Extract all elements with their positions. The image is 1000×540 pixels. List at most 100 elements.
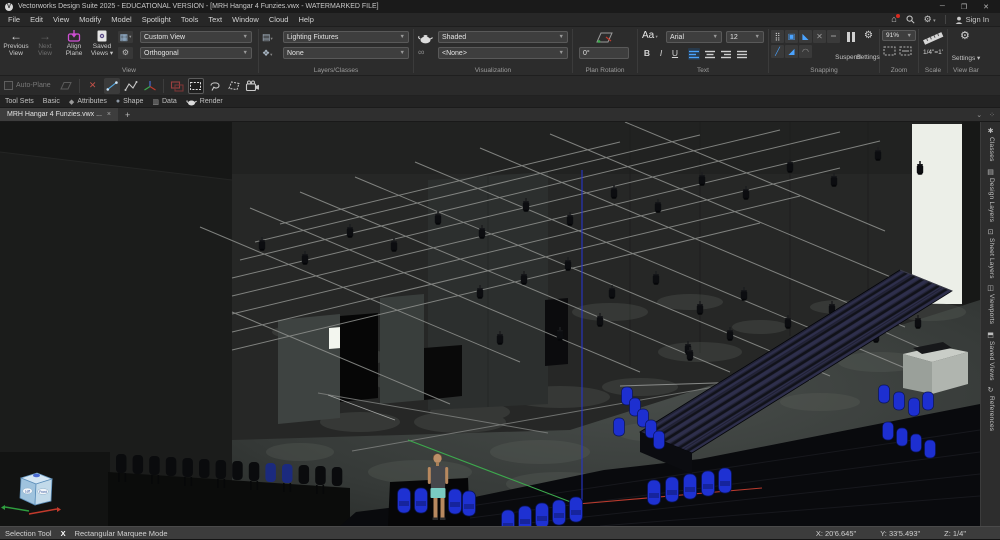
auto-plane-label: Auto-Plane [16, 82, 51, 89]
align-center-icon [705, 50, 715, 59]
camera-view-select[interactable]: <None>▼ [438, 47, 568, 59]
align-right-icon [721, 50, 731, 59]
current-view-select[interactable]: Custom View▼ [140, 31, 252, 43]
sidebar-tab-sheet-layers[interactable]: ⊡ Sheet Layers [987, 225, 994, 282]
palette-dock-icon[interactable]: ⁘ [989, 111, 995, 119]
zoom-marquee-icon[interactable] [883, 45, 896, 56]
active-layer-select[interactable]: Lighting Fixtures▼ [283, 31, 409, 43]
lasso-mode-button[interactable] [207, 78, 223, 94]
document-tab[interactable]: MRH Hangar 4 Funzies.vwx ... × [0, 108, 118, 121]
palette-data[interactable]: ▥ Data [152, 98, 176, 106]
menu-file[interactable]: File [3, 15, 25, 24]
tool-set-basic[interactable]: Basic [43, 98, 60, 105]
palette-shape[interactable]: ● Shape [116, 98, 143, 105]
palette-attributes[interactable]: ◆ Attributes [69, 98, 107, 106]
font-select[interactable]: Arial▼ [666, 31, 722, 43]
screen-plane-button[interactable]: ✕ [85, 78, 101, 94]
viewport-3d-scene[interactable]: Left Front [0, 122, 980, 526]
menu-spotlight[interactable]: Spotlight [137, 15, 176, 24]
next-view-button[interactable]: → Next View [31, 29, 59, 57]
settings-gear-icon[interactable]: ⚙ ▾ [924, 14, 936, 25]
menu-help[interactable]: Help [293, 15, 318, 24]
section-label: Visualization [414, 67, 572, 74]
home-icon[interactable]: ⌂ [891, 15, 896, 24]
tab-close-icon[interactable]: × [107, 111, 111, 118]
menu-edit[interactable]: Edit [25, 15, 48, 24]
snap-smart-edge-button[interactable]: ◢ [785, 45, 798, 58]
underline-button[interactable]: U [669, 48, 681, 58]
view-bar-settings-label[interactable]: Settings ▾ [951, 54, 981, 62]
sidebar-tab-classes[interactable]: ✱ Classes [987, 124, 994, 165]
classes-icon[interactable]: ❖▾ [262, 48, 272, 59]
active-class-select[interactable]: None▼ [283, 47, 409, 59]
menu-tools[interactable]: Tools [176, 15, 204, 24]
close-icon[interactable]: ✕ [983, 3, 989, 11]
plan-rotation-field[interactable]: 0° [579, 47, 629, 59]
zoom-level-select[interactable]: 91%▼ [882, 30, 916, 41]
snap-angle-button[interactable]: ◣ [799, 30, 812, 43]
text-style-button[interactable]: Aa ▾ [642, 30, 658, 41]
search-icon[interactable] [906, 15, 915, 24]
snap-distance-button[interactable]: ═ [827, 30, 840, 43]
snap-intersection-button[interactable]: ✕ [813, 30, 826, 43]
line-mode-button[interactable] [104, 78, 120, 94]
saved-views-button[interactable]: Saved Views ▾ [88, 29, 116, 57]
previous-view-button[interactable]: ← Previous View [2, 29, 30, 57]
auto-plane-checkbox[interactable] [4, 81, 13, 90]
snap-settings-label[interactable]: Settings [853, 54, 883, 61]
menu-cloud[interactable]: Cloud [264, 15, 294, 24]
rectangular-marquee-mode-button[interactable] [188, 78, 204, 94]
sidebar-tab-design-layers[interactable]: ▤ Design Layers [987, 165, 994, 225]
align-left-button[interactable] [688, 48, 700, 60]
multi-view-pane-button[interactable]: ▦ ▾ [118, 31, 133, 43]
section-label: Plan Rotation [573, 67, 637, 74]
flyover-camera-icon [245, 80, 260, 92]
palette-render[interactable]: Render [186, 98, 223, 106]
render-mode-select[interactable]: Shaded▼ [438, 31, 568, 43]
align-center-button[interactable] [704, 48, 716, 60]
menu-window[interactable]: Window [227, 15, 264, 24]
ribbon-toolbar: ← Previous View → Next View Align Plane [0, 26, 1000, 76]
section-label: Zoom [880, 67, 918, 74]
layers-icon[interactable]: ▤▾ [262, 32, 273, 43]
align-plane-button[interactable]: Align Plane [60, 29, 88, 57]
pane-collapse-icon[interactable]: ⌄ [976, 111, 982, 119]
saved-views-icon: ⬒ [987, 331, 994, 339]
projection-select[interactable]: Orthogonal▼ [140, 47, 252, 59]
design-layers-icon: ▤ [987, 168, 994, 176]
3d-axes-mode-button[interactable] [142, 78, 158, 94]
bold-button[interactable]: B [641, 48, 653, 58]
view-bar-settings-gear-icon[interactable]: ⚙ [960, 29, 970, 42]
polygon-marquee-mode-button[interactable] [226, 78, 242, 94]
suspend-snapping-icon[interactable] [847, 32, 855, 42]
align-justify-button[interactable] [736, 48, 748, 60]
scale-value[interactable]: 1/4"=1' [919, 49, 947, 56]
zoom-out-marquee-icon[interactable] [899, 45, 912, 56]
new-tab-button[interactable]: + [118, 110, 137, 120]
snap-object-button[interactable]: ▣ [785, 30, 798, 43]
snap-grid-button[interactable]: ⣿ [771, 30, 784, 43]
italic-button[interactable]: I [655, 48, 667, 58]
menu-model[interactable]: Model [106, 15, 136, 24]
minimize-icon[interactable]: ─ [940, 3, 945, 11]
menu-view[interactable]: View [48, 15, 74, 24]
align-right-button[interactable] [720, 48, 732, 60]
snap-smart-points-button[interactable]: ╱ [771, 45, 784, 58]
sidebar-tab-references[interactable]: ↻ References [987, 383, 994, 434]
sidebar-tab-saved-views[interactable]: ⬒ Saved Views [987, 328, 994, 384]
menu-modify[interactable]: Modify [74, 15, 106, 24]
polyline-mode-button[interactable] [123, 78, 139, 94]
menu-text[interactable]: Text [203, 15, 227, 24]
view-settings-button[interactable]: ⚙ [118, 47, 133, 59]
main-area: Left Front ✱ Classes ▤ Design Layers ⊡ S… [0, 122, 1000, 526]
maximize-icon[interactable]: ❐ [961, 3, 967, 11]
font-size-select[interactable]: 12▼ [726, 31, 764, 43]
snap-tangent-button[interactable]: ◠ [799, 45, 812, 58]
sidebar-tab-viewports[interactable]: ◫ Viewports [987, 281, 994, 327]
planar-objects-button[interactable] [169, 78, 185, 94]
sign-in-button[interactable]: Sign In [955, 15, 989, 24]
flyover-mode-button[interactable] [245, 78, 261, 94]
snap-settings-gear-icon[interactable]: ⚙ [864, 30, 873, 41]
section-label: Snapping [769, 67, 879, 74]
door-opening [340, 313, 378, 402]
